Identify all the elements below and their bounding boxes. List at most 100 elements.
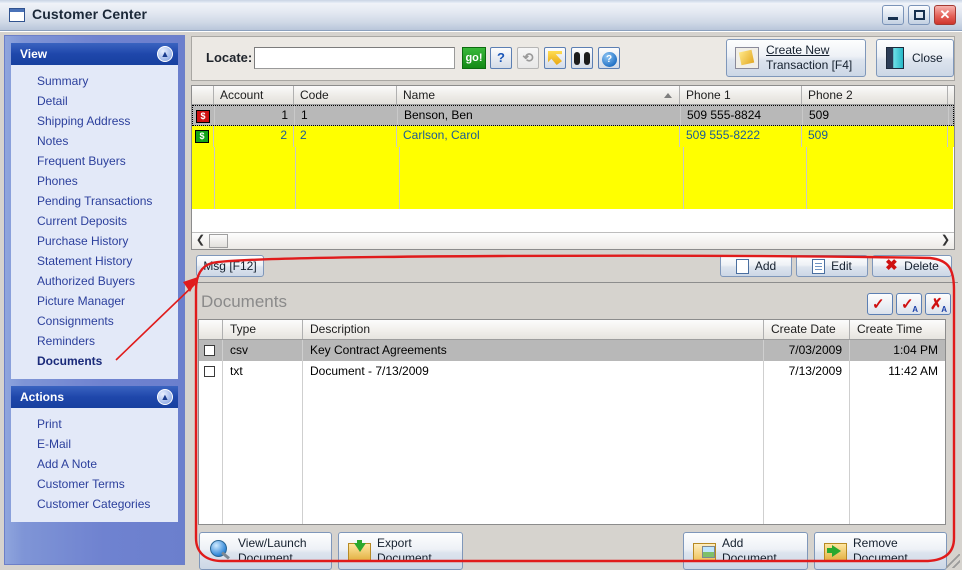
add-doc-line1: Add	[722, 536, 744, 550]
column-header-checkbox[interactable]	[199, 320, 223, 339]
locate-input[interactable]	[254, 47, 455, 69]
sidebar-item-authorized-buyers[interactable]: Authorized Buyers	[11, 271, 178, 291]
check-all-button[interactable]: ✓	[867, 293, 893, 315]
create-transaction-label-line1: Create New	[766, 43, 830, 57]
table-row[interactable]: $ 1 1 Benson, Ben 509 555-8824 509	[192, 105, 954, 126]
delete-button[interactable]: ✖ Delete	[872, 255, 952, 277]
export-document-button[interactable]: Export Document	[338, 532, 463, 570]
add-document-button[interactable]: Add Document	[683, 532, 808, 570]
maximize-icon	[914, 10, 925, 20]
column-header-account[interactable]: Account	[214, 86, 294, 104]
add-button-label: Add	[754, 259, 777, 273]
scrollbar-thumb[interactable]	[209, 234, 228, 248]
sidebar-item-notes[interactable]: Notes	[11, 131, 178, 151]
column-header-description[interactable]: Description	[303, 320, 764, 339]
column-header-create-date[interactable]: Create Date	[764, 320, 850, 339]
chevron-up-icon[interactable]: ▲	[157, 389, 173, 405]
remove-document-button[interactable]: Remove Document	[814, 532, 947, 570]
cell-type: txt	[223, 361, 303, 382]
sidebar-item-current-deposits[interactable]: Current Deposits	[11, 211, 178, 231]
page-title: Customer Center	[32, 6, 148, 22]
cell-phone2: 509	[802, 126, 948, 147]
sidebar-item-customer-categories[interactable]: Customer Categories	[11, 494, 178, 514]
help-button[interactable]: ?	[490, 47, 512, 69]
sidebar-item-reminders[interactable]: Reminders	[11, 331, 178, 351]
list-item[interactable]: txt Document - 7/13/2009 7/13/2009 11:42…	[199, 361, 945, 382]
horizontal-scrollbar[interactable]: ❮ ❯	[192, 232, 954, 249]
column-header-type[interactable]: Type	[223, 320, 303, 339]
minimize-button[interactable]	[882, 5, 904, 25]
table-row[interactable]: $ 2 2 Carlson, Carol 509 555-8222 509	[192, 126, 954, 147]
column-header-name-label: Name	[403, 88, 436, 102]
exit-door-icon	[886, 47, 904, 69]
cell-create-date: 7/13/2009	[764, 361, 850, 382]
chevron-up-icon[interactable]: ▲	[157, 46, 173, 62]
sidebar-item-email[interactable]: E-Mail	[11, 434, 178, 454]
documents-panel: Documents ✓ ✓ A ✗ A Type Description Cre…	[191, 286, 955, 570]
create-transaction-label: Create New Transaction [F4]	[766, 43, 852, 73]
sidebar-item-purchase-history[interactable]: Purchase History	[11, 231, 178, 251]
actions-group-header[interactable]: Actions ▲	[11, 386, 178, 408]
edit-button[interactable]: Edit	[796, 255, 868, 277]
list-item[interactable]: csv Key Contract Agreements 7/03/2009 1:…	[199, 340, 945, 361]
sidebar-item-frequent-buyers[interactable]: Frequent Buyers	[11, 151, 178, 171]
view-group: View ▲ Summary Detail Shipping Address N…	[11, 43, 178, 379]
info-button[interactable]: ?	[598, 47, 620, 69]
chevron-right-icon[interactable]: ❯	[937, 233, 954, 249]
documents-table-header: Type Description Create Date Create Time	[199, 320, 945, 340]
row-checkbox[interactable]	[204, 366, 215, 378]
msg-button[interactable]: Msg [F12]	[196, 255, 264, 277]
sidebar-item-print[interactable]: Print	[11, 414, 178, 434]
window-frame-edge	[0, 0, 962, 3]
cell-create-date: 7/03/2009	[764, 340, 850, 361]
actions-group: Actions ▲ Print E-Mail Add A Note Custom…	[11, 386, 178, 522]
column-header-code[interactable]: Code	[294, 86, 397, 104]
view-group-header[interactable]: View ▲	[11, 43, 178, 65]
row-checkbox[interactable]	[204, 345, 215, 357]
column-header-phone2[interactable]: Phone 2	[802, 86, 948, 104]
close-window-button[interactable]: ✕	[934, 5, 956, 25]
uncheck-all-attachments-button[interactable]: ✗ A	[925, 293, 951, 315]
refresh-button[interactable]: ⟲	[517, 47, 539, 69]
cell-phone1: 509 555-8824	[681, 106, 803, 125]
new-document-icon	[735, 258, 749, 274]
close-button[interactable]: Close	[876, 39, 954, 77]
yellow-arrow-icon	[548, 51, 562, 65]
find-button[interactable]	[571, 47, 593, 69]
maximize-button[interactable]	[908, 5, 930, 25]
sidebar-item-documents[interactable]: Documents	[11, 351, 178, 371]
column-header-status[interactable]	[192, 86, 214, 104]
sidebar-item-summary[interactable]: Summary	[11, 71, 178, 91]
sidebar-item-add-a-note[interactable]: Add A Note	[11, 454, 178, 474]
grid-empty-area	[192, 147, 954, 209]
column-header-phone1[interactable]: Phone 1	[680, 86, 802, 104]
sidebar-item-consignments[interactable]: Consignments	[11, 311, 178, 331]
sidebar-item-statement-history[interactable]: Statement History	[11, 251, 178, 271]
sidebar-item-pending-transactions[interactable]: Pending Transactions	[11, 191, 178, 211]
column-header-name[interactable]: Name	[397, 86, 680, 104]
check-all-sub-label: A	[912, 305, 918, 314]
chevron-left-icon[interactable]: ❮	[192, 233, 209, 249]
sort-ascending-icon	[664, 93, 672, 98]
export-line1: Export	[377, 536, 412, 550]
add-button[interactable]: Add	[720, 255, 792, 277]
sidebar-item-customer-terms[interactable]: Customer Terms	[11, 474, 178, 494]
view-launch-document-button[interactable]: View/Launch Document	[199, 532, 332, 570]
documents-table: Type Description Create Date Create Time…	[198, 319, 946, 525]
sidebar-item-phones[interactable]: Phones	[11, 171, 178, 191]
sidebar-item-detail[interactable]: Detail	[11, 91, 178, 111]
check-all-attachments-button[interactable]: ✓ A	[896, 293, 922, 315]
jump-button[interactable]	[544, 47, 566, 69]
cell-create-time: 11:42 AM	[888, 364, 938, 378]
sidebar-item-picture-manager[interactable]: Picture Manager	[11, 291, 178, 311]
documents-title: Documents	[201, 292, 287, 311]
money-green-icon: $	[195, 130, 209, 143]
resize-grip[interactable]	[946, 554, 960, 568]
cell-type: csv	[223, 340, 303, 361]
column-header-create-time[interactable]: Create Time	[850, 320, 945, 339]
go-button[interactable]: go!	[462, 47, 486, 69]
cell-name: Carlson, Carol	[397, 126, 680, 147]
sidebar-item-shipping-address[interactable]: Shipping Address	[11, 111, 178, 131]
add-doc-line2: Document	[722, 551, 777, 565]
create-new-transaction-button[interactable]: Create New Transaction [F4]	[726, 39, 866, 77]
